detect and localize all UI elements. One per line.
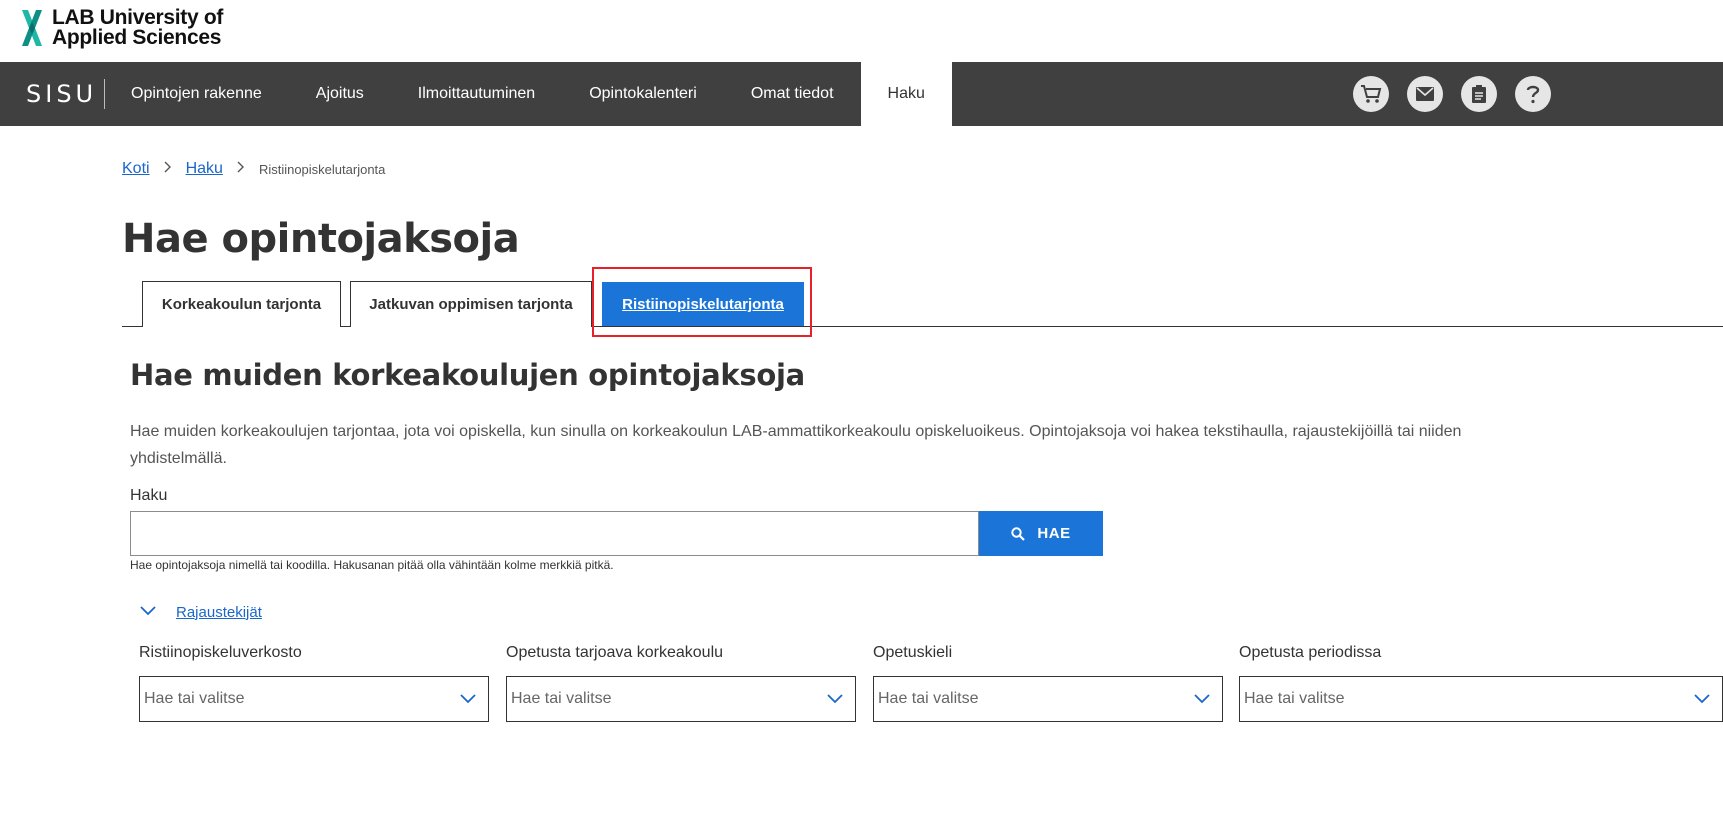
filter-placeholder: Hae tai valitse: [1244, 690, 1345, 707]
search-button-label: HAE: [1037, 525, 1071, 542]
sisu-brand[interactable]: SISU: [26, 80, 97, 108]
filter-opetusta-periodissa: Opetusta periodissa Hae tai valitse: [1239, 644, 1723, 722]
filter-label: Ristiinopiskeluverkosto: [139, 644, 302, 661]
filter-placeholder: Hae tai valitse: [878, 690, 979, 707]
tab-korkeakoulun-tarjonta[interactable]: Korkeakoulun tarjonta: [142, 281, 341, 327]
nav-item-ilmoittautuminen[interactable]: Ilmoittautuminen: [391, 62, 562, 126]
search-icon: [1011, 526, 1026, 541]
nav-item-haku[interactable]: Haku: [860, 62, 952, 126]
filter-select[interactable]: Hae tai valitse: [1239, 676, 1723, 722]
breadcrumb-current: Ristiinopiskelutarjonta: [258, 161, 386, 177]
filter-ristiinopiskeluverkosto: Ristiinopiskeluverkosto Hae tai valitse: [139, 644, 489, 722]
chevron-down-icon: [460, 694, 476, 704]
page-title: Hae opintojaksoja: [122, 216, 520, 262]
breadcrumb-home-link[interactable]: Koti: [122, 160, 150, 178]
filter-opetusta-tarjoava-korkeakoulu: Opetusta tarjoava korkeakoulu Hae tai va…: [506, 644, 856, 722]
offering-tabs: Korkeakoulun tarjonta Jatkuvan oppimisen…: [122, 281, 1723, 327]
filter-label: Opetusta tarjoava korkeakoulu: [506, 644, 724, 661]
nav-item-omat-tiedot[interactable]: Omat tiedot: [724, 62, 861, 126]
breadcrumb-search-link[interactable]: Haku: [186, 160, 223, 178]
search-label: Haku: [130, 487, 168, 504]
logo-bar: LAB University of Applied Sciences: [0, 0, 1723, 62]
filters-toggle-label[interactable]: Rajaustekijät: [176, 604, 262, 621]
mail-icon[interactable]: [1407, 76, 1443, 112]
logo-text: LAB University of Applied Sciences: [52, 6, 224, 49]
filter-placeholder: Hae tai valitse: [144, 690, 245, 707]
chevron-down-icon: [827, 694, 843, 704]
chevron-right-icon: [164, 160, 172, 178]
cart-icon[interactable]: [1353, 76, 1389, 112]
highlight-box: [592, 267, 812, 337]
nav-item-opintokalenteri[interactable]: Opintokalenteri: [562, 62, 724, 126]
chevron-down-icon: [1694, 694, 1710, 704]
filter-label: Opetuskieli: [873, 644, 953, 661]
nav-item-ajoitus[interactable]: Ajoitus: [289, 62, 391, 126]
nav-items: Opintojen rakenne Ajoitus Ilmoittautumin…: [104, 62, 952, 126]
filter-opetuskieli: Opetuskieli Hae tai valitse: [873, 644, 1223, 722]
logo-line-2: Applied Sciences: [52, 26, 222, 49]
help-icon[interactable]: [1515, 76, 1551, 112]
filter-select[interactable]: Hae tai valitse: [873, 676, 1223, 722]
chevron-down-icon: [1194, 694, 1210, 704]
filters-toggle[interactable]: Rajaustekijät: [140, 603, 262, 621]
filter-label: Opetusta periodissa: [1239, 644, 1382, 661]
chevron-right-icon: [237, 160, 245, 178]
top-navigation: SISU Opintojen rakenne Ajoitus Ilmoittau…: [0, 62, 1723, 126]
filter-select[interactable]: Hae tai valitse: [139, 676, 489, 722]
nav-icons: [1335, 76, 1551, 112]
section-description: Hae muiden korkeakoulujen tarjontaa, jot…: [130, 423, 1462, 467]
filter-placeholder: Hae tai valitse: [511, 690, 612, 707]
search-button[interactable]: HAE: [979, 511, 1103, 556]
nav-item-opintojen-rakenne[interactable]: Opintojen rakenne: [104, 62, 289, 126]
notes-icon[interactable]: [1461, 76, 1497, 112]
search-help-text: Hae opintojaksoja nimellä tai koodilla. …: [130, 558, 614, 572]
breadcrumb: Koti Haku Ristiinopiskelutarjonta: [122, 160, 385, 178]
lab-logo-mark-icon: [18, 8, 46, 48]
filter-select[interactable]: Hae tai valitse: [506, 676, 856, 722]
search-input[interactable]: [130, 511, 979, 556]
chevron-down-icon: [140, 603, 160, 621]
section-title: Hae muiden korkeakoulujen opintojaksoja: [130, 358, 805, 392]
logo-line-1: LAB University of: [52, 6, 224, 29]
tab-jatkuvan-oppimisen-tarjonta[interactable]: Jatkuvan oppimisen tarjonta: [350, 281, 592, 327]
lab-logo[interactable]: LAB University of Applied Sciences: [18, 6, 224, 49]
